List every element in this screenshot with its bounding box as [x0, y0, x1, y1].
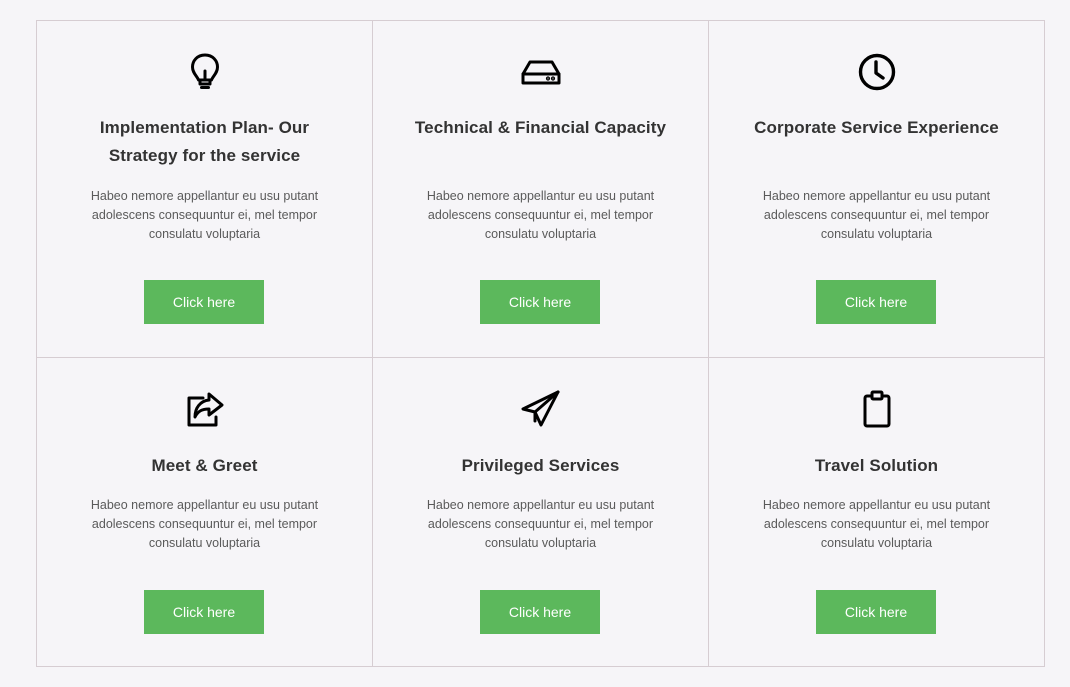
- card-description: Habeo nemore appellantur eu usu putant a…: [90, 189, 319, 241]
- card-description: Habeo nemore appellantur eu usu putant a…: [762, 189, 991, 241]
- click-here-button[interactable]: Click here: [816, 280, 936, 324]
- clock-icon: [709, 50, 1044, 94]
- click-here-button[interactable]: Click here: [480, 590, 600, 634]
- service-card-travel-solution: Travel Solution Habeo nemore appellantur…: [708, 357, 1045, 667]
- services-grid: Implementation Plan- Our Strategy for th…: [36, 20, 1045, 667]
- click-here-button[interactable]: Click here: [480, 280, 600, 324]
- card-description: Habeo nemore appellantur eu usu putant a…: [762, 498, 991, 550]
- card-description: Habeo nemore appellantur eu usu putant a…: [426, 189, 655, 241]
- share-icon: [37, 387, 372, 431]
- card-description: Habeo nemore appellantur eu usu putant a…: [90, 498, 319, 550]
- card-description: Habeo nemore appellantur eu usu putant a…: [426, 498, 655, 550]
- service-card-corporate-experience: Corporate Service Experience Habeo nemor…: [708, 20, 1045, 358]
- card-title: Technical & Financial Capacity: [414, 118, 667, 137]
- paper-plane-icon: [373, 387, 708, 431]
- hard-drive-icon: [373, 50, 708, 94]
- clipboard-icon: [709, 387, 1044, 431]
- card-title: Meet & Greet: [151, 456, 258, 475]
- service-card-privileged-services: Privileged Services Habeo nemore appella…: [372, 357, 709, 667]
- click-here-button[interactable]: Click here: [144, 280, 264, 324]
- service-card-meet-greet: Meet & Greet Habeo nemore appellantur eu…: [36, 357, 373, 667]
- click-here-button[interactable]: Click here: [144, 590, 264, 634]
- service-card-implementation-plan: Implementation Plan- Our Strategy for th…: [36, 20, 373, 358]
- card-title: Privileged Services: [461, 456, 620, 475]
- click-here-button[interactable]: Click here: [816, 590, 936, 634]
- card-title: Implementation Plan- Our Strategy for th…: [99, 118, 310, 165]
- service-card-technical-financial: Technical & Financial Capacity Habeo nem…: [372, 20, 709, 358]
- lightbulb-icon: [37, 50, 372, 94]
- card-title: Corporate Service Experience: [754, 118, 999, 137]
- card-title: Travel Solution: [814, 456, 939, 475]
